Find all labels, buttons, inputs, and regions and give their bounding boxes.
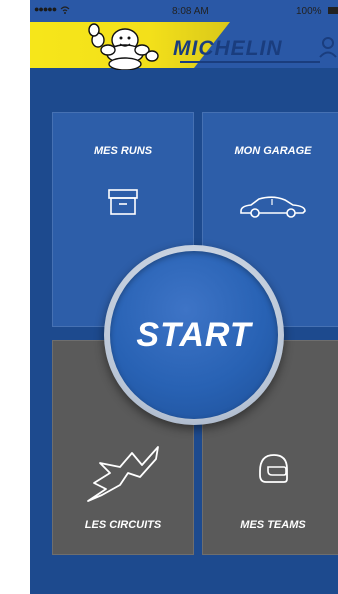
archive-box-icon <box>108 189 138 215</box>
user-icon[interactable] <box>318 36 338 58</box>
bibendum-logo <box>88 23 159 70</box>
signal-icon: ●●●●● <box>34 4 57 14</box>
brand-underline <box>180 61 320 63</box>
start-ring: START <box>104 245 284 425</box>
car-icon <box>240 196 306 218</box>
app-screen: MICHELIN ●●●●● 8:08 AM 100% MES RUNS MON… <box>30 0 338 594</box>
tile-label-runs: MES RUNS <box>93 145 153 157</box>
wifi-icon <box>60 6 70 14</box>
status-time: 8:08 AM <box>172 6 209 17</box>
status-bar: ●●●●● 8:08 AM 100% <box>30 0 338 22</box>
tile-label-garage: MON GARAGE <box>234 145 312 157</box>
battery-level: 100% <box>296 6 322 17</box>
start-button[interactable]: START <box>110 251 278 419</box>
helmet-icon <box>259 454 288 483</box>
brand-name: MICHELIN <box>173 37 283 60</box>
tile-label-circuits: LES CIRCUITS <box>84 519 162 531</box>
circuit-track-icon <box>87 446 159 502</box>
battery-icon <box>328 7 338 14</box>
tile-label-teams: MES TEAMS <box>240 519 306 531</box>
